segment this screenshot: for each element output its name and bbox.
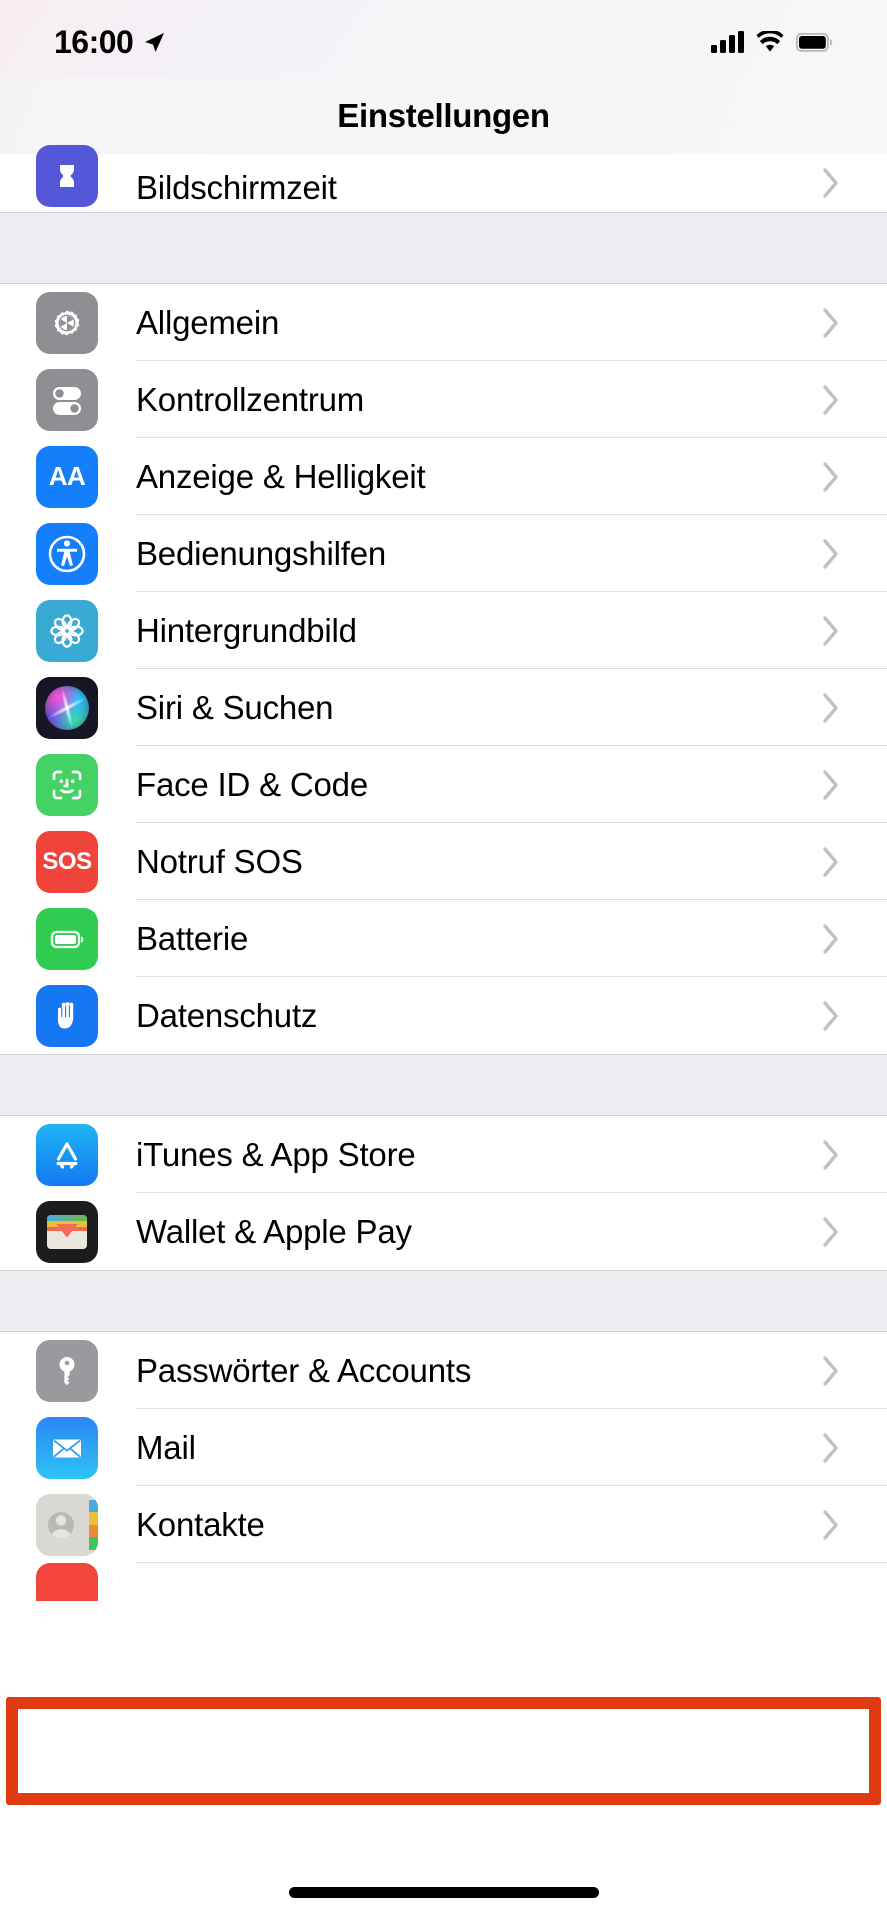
chevron-right-icon: [823, 307, 838, 338]
battery-icon: [36, 907, 98, 970]
chevron-right-icon: [823, 1139, 838, 1170]
settings-scroll-view[interactable]: Bildschirmzeit Allgemein Kontrollzentrum…: [0, 145, 887, 1601]
navigation-bar: Einstellungen: [0, 78, 887, 154]
calendar-icon: [36, 1563, 98, 1601]
battery-full-icon: [796, 32, 833, 52]
chevron-right-icon: [823, 923, 838, 954]
sidebar-item-face-id-code[interactable]: Face ID & Code: [0, 746, 887, 823]
chevron-right-icon: [823, 1216, 838, 1247]
settings-group-accounts: Passwörter & Accounts Mail Kontakte: [0, 1332, 887, 1601]
sidebar-item-anzeige-helligkeit[interactable]: AA Anzeige & Helligkeit: [0, 438, 887, 515]
chevron-right-icon: [823, 769, 838, 800]
sidebar-item-label: Batterie: [136, 919, 249, 957]
contact-tabs: [89, 1499, 98, 1550]
annotation-highlight-mail: [6, 1697, 881, 1805]
chevron-right-icon: [823, 1509, 838, 1540]
sidebar-item-passwoerter-accounts[interactable]: Passwörter & Accounts: [0, 1332, 887, 1409]
sidebar-item-allgemein[interactable]: Allgemein: [0, 284, 887, 361]
location-arrow-icon: [145, 33, 165, 52]
sidebar-item-label: Datenschutz: [136, 996, 318, 1034]
sidebar-item-siri-suchen[interactable]: Siri & Suchen: [0, 669, 887, 746]
sos-label: SOS: [42, 847, 92, 875]
section-gap: [0, 1054, 887, 1116]
settings-group-screentime: Bildschirmzeit: [0, 145, 887, 212]
envelope-icon: [36, 1416, 98, 1479]
hand-icon: [36, 984, 98, 1047]
sidebar-item-label: Kontrollzentrum: [136, 380, 365, 418]
status-bar: 16:00: [0, 0, 887, 78]
chevron-right-icon: [823, 168, 838, 198]
section-gap: [0, 1270, 887, 1332]
settings-group-store: iTunes & App Store Wallet & Apple Pay: [0, 1116, 887, 1270]
accessibility-icon: [36, 522, 98, 585]
sidebar-item-bedienungshilfen[interactable]: Bedienungshilfen: [0, 515, 887, 592]
sidebar-item-label: Bedienungshilfen: [136, 534, 387, 572]
chevron-right-icon: [823, 538, 838, 569]
sos-icon: SOS: [36, 830, 98, 893]
sidebar-item-mail[interactable]: Mail: [0, 1409, 887, 1486]
sidebar-item-label: Siri & Suchen: [136, 688, 334, 726]
sidebar-item-label: Wallet & Apple Pay: [136, 1212, 412, 1250]
chevron-right-icon: [823, 1000, 838, 1031]
wallet-icon: [36, 1200, 98, 1263]
sidebar-item-datenschutz[interactable]: Datenschutz: [0, 977, 887, 1054]
sidebar-item-hintergrundbild[interactable]: Hintergrundbild: [0, 592, 887, 669]
aa-label: AA: [48, 461, 86, 491]
settings-group-system: Allgemein Kontrollzentrum AA Anzeige & H…: [0, 284, 887, 1054]
flower-icon: [36, 599, 98, 662]
sidebar-item-wallet-apple-pay[interactable]: Wallet & Apple Pay: [0, 1193, 887, 1270]
sidebar-item-label: Mail: [136, 1428, 196, 1466]
gear-icon: [36, 291, 98, 354]
face-id-icon: [36, 753, 98, 816]
status-bar-clock: 16:00: [54, 23, 134, 60]
page-title: Einstellungen: [337, 97, 550, 134]
sidebar-item-label: Bildschirmzeit: [136, 169, 337, 206]
sidebar-item-label: iTunes & App Store: [136, 1135, 416, 1173]
sidebar-item-kontrollzentrum[interactable]: Kontrollzentrum: [0, 361, 887, 438]
sidebar-item-label: Hintergrundbild: [136, 611, 357, 649]
chevron-right-icon: [823, 1432, 838, 1463]
sidebar-item-label: Notruf SOS: [136, 842, 303, 880]
sidebar-item-kontakte[interactable]: Kontakte: [0, 1486, 887, 1563]
chevron-right-icon: [823, 1355, 838, 1386]
section-gap: [0, 212, 887, 284]
sidebar-item-label: Allgemein: [136, 303, 280, 341]
chevron-right-icon: [823, 615, 838, 646]
sidebar-item-batterie[interactable]: Batterie: [0, 900, 887, 977]
chevron-right-icon: [823, 692, 838, 723]
sidebar-item-bildschirmzeit[interactable]: Bildschirmzeit: [0, 145, 887, 212]
wifi-icon: [756, 30, 784, 51]
app-store-icon: [36, 1123, 98, 1186]
sidebar-item-notruf-sos[interactable]: SOS Notruf SOS: [0, 823, 887, 900]
siri-orb-icon: [36, 676, 98, 739]
sidebar-item-label: Anzeige & Helligkeit: [136, 457, 426, 495]
sidebar-item-label: Passwörter & Accounts: [136, 1351, 472, 1389]
sidebar-item-kalender-partial[interactable]: [0, 1563, 887, 1601]
hourglass-icon: [36, 145, 98, 207]
chevron-right-icon: [823, 461, 838, 492]
sidebar-item-label: Kontakte: [136, 1505, 265, 1543]
sidebar-item-itunes-app-store[interactable]: iTunes & App Store: [0, 1116, 887, 1193]
iphone-settings-screen: 16:00 Einstellungen Bildschirmzeit Allge…: [0, 0, 887, 1920]
home-indicator-bar[interactable]: [288, 1887, 599, 1898]
toggles-icon: [36, 368, 98, 431]
status-bar-right: [711, 30, 833, 54]
key-icon: [36, 1339, 98, 1402]
chevron-right-icon: [823, 846, 838, 877]
aa-text-icon: AA: [36, 445, 98, 508]
status-bar-left: 16:00: [54, 24, 167, 61]
contacts-icon: [36, 1493, 98, 1556]
sidebar-item-label: Face ID & Code: [136, 765, 368, 803]
cellular-bars-icon: [711, 31, 744, 53]
chevron-right-icon: [823, 384, 838, 415]
